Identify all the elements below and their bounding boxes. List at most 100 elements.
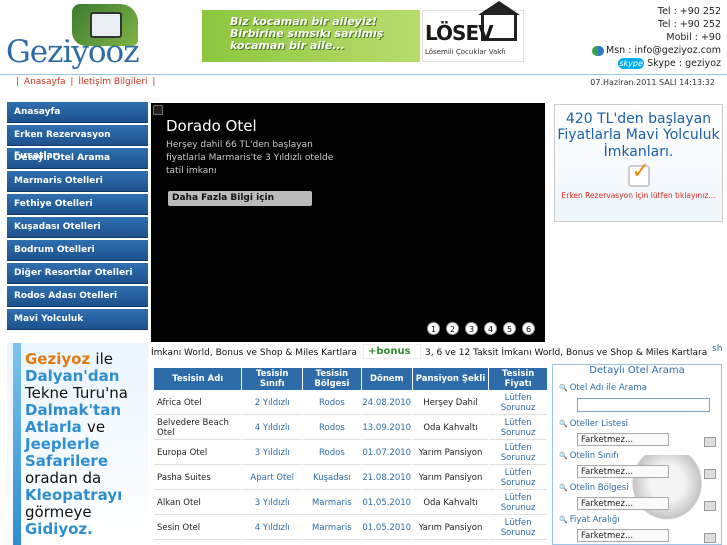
sidebar-item-kusadasi[interactable]: Kuşadası Otelleri [7,217,148,238]
hotel-period: 01.05.2010 [361,491,412,515]
price-range-label: Fiyat Aralığı [559,515,620,525]
campaign-ticker: İmkanı World, Bonus ve Shop & Miles Kart… [151,344,727,362]
hotel-region-select[interactable]: Farketmez... [577,497,716,511]
price-range-select[interactable]: Farketmez... [577,529,716,543]
slide-dot-3[interactable]: 3 [465,322,478,335]
sidebar-item-other-resorts[interactable]: Diğer Resortlar Otelleri [7,263,148,284]
skype-icon: skype [618,58,645,69]
hotel-region: Rodos [303,391,361,415]
losev-banner[interactable]: Biz kocaman bir aileyiz! Birbirine sımsı… [202,1,524,62]
hotel-name[interactable]: Alkan Otel [154,491,242,515]
hotel-board: Oda Kahvaltı [412,491,489,515]
hotel-price: Lütfen Sorunuz [489,416,547,440]
slide-dot-2[interactable]: 2 [446,322,459,335]
hotel-name[interactable]: Sesin Otel [154,516,242,540]
hotel-class-select[interactable]: Farketmez... [577,465,716,479]
hotel-list-label: Oteller Listesi [559,419,628,429]
skype-row: skype Skype : geziyoz [592,57,721,70]
skype-text[interactable]: Skype : geziyoz [647,58,721,69]
hotel-region: Marmaris [303,516,361,540]
slide-dot-1[interactable]: 1 [427,322,440,335]
hotel-name[interactable]: Belvedere Beach Otel [154,416,242,440]
col-header-period: Dönem [361,368,412,390]
hotel-period: 01.05.2010 [361,516,412,540]
hotel-class: 4 Yıldızlı [242,416,303,440]
hotel-class-label: Otelin Sınıfı [559,451,619,461]
datetime: 07.Haziran.2011 SALI 14:13:32 [590,78,715,87]
col-header-price: Tesisin Fiyatı [489,368,547,390]
promo-line-2: Fiyatlarla Mavi Yolculuk [557,127,720,143]
hotel-class: 4 Yıldızlı [242,516,303,540]
hotel-search-panel: Detaylı Otel Arama Otel Adı ile Arama Ot… [552,364,722,545]
hotel-name[interactable]: Pasha Suites [154,466,242,490]
hotel-board: Yarım Pansiyon [412,516,489,540]
hotel-period: 24.08.2010 [361,391,412,415]
sidebar-menu: Anasayfa Erken Rezervasyon Fırsatları De… [7,102,148,332]
msn-icon [592,45,605,56]
hotel-name[interactable]: Africa Otel [154,391,242,415]
table-row[interactable]: Sesin Otel 4 Yıldızlı Marmaris 01.05.201… [154,516,547,540]
losev-logo: LÖSEV Lösemili Çocuklar Vakfı [422,1,524,62]
hotel-region: Kuşadası [303,466,361,490]
search-by-name-label: Otel Adı ile Arama [559,383,647,393]
ticker-text-2: 3, 6 ve 12 Taksit İmkanı World, Bonus ve… [425,348,708,358]
losev-name: LÖSEV [425,21,494,45]
hotel-board: Yarım Pansiyon [412,441,489,465]
msn-row: Msn : info@geziyoz.com [592,44,721,57]
hotel-class: 3 Yıldızlı [242,441,303,465]
sidebar-item-blue-cruise[interactable]: Mavi Yolculuk [7,309,148,330]
promo-line-1: 420 TL'den başlayan [565,111,712,127]
slide-dot-6[interactable]: 6 [522,322,535,335]
ticker-text-1: İmkanı World, Bonus ve Shop & Miles Kart… [151,348,357,358]
losev-subtitle: Lösemili Çocuklar Vakfı [425,48,506,56]
table-row[interactable]: Belvedere Beach Otel 4 Yıldızlı Rodos 13… [154,416,547,440]
top-nav: | Anasayfa | İletişim Bilgileri | 07.Haz… [0,74,727,91]
hotel-price: Lütfen Sorunuz [489,516,547,540]
hotel-price: Lütfen Sorunuz [489,466,547,490]
blue-cruise-promo[interactable]: 420 TL'den başlayan Fiyatlarla Mavi Yolc… [554,104,723,222]
col-header-board: Pansiyon Şekli [412,368,489,390]
sidebar-item-early-booking[interactable]: Erken Rezervasyon Fırsatları [7,125,148,161]
sidebar-item-fethiye[interactable]: Fethiye Otelleri [7,194,148,215]
hotel-name-input[interactable] [577,398,710,412]
sidebar-item-rodos[interactable]: Rodos Adası Otelleri [7,286,148,307]
hotel-class: 3 Yıldızlı [242,491,303,515]
hotel-class: Apart Otel [242,466,303,490]
slide-dot-5[interactable]: 5 [503,322,516,335]
hotel-slider[interactable]: Dorado Otel Herşey dahil 66 TL'den başla… [151,103,545,342]
sidebar-item-home[interactable]: Anasayfa [7,102,148,123]
page: Geziyooz Biz kocaman bir aileyiz! Birbir… [0,0,727,545]
hotel-period: 21.08.2010 [361,466,412,490]
hotel-region: Marmaris [303,491,361,515]
mobile: Mobil : +90 [666,32,721,43]
slide-dot-4[interactable]: 4 [484,322,497,335]
table-row[interactable]: Pasha Suites Apart Otel Kuşadası 21.08.2… [154,466,547,490]
ticker-text-3: sh [712,344,723,354]
phone-1: Tel : +90 252 [657,6,721,17]
hotel-price: Lütfen Sorunuz [489,441,547,465]
hotel-period: 01.07.2010 [361,441,412,465]
sidebar-item-bodrum[interactable]: Bodrum Otelleri [7,240,148,261]
nav-link-home[interactable]: Anasayfa [24,77,66,87]
more-info-button[interactable]: Daha Fazla Bilgi için [168,191,312,206]
msn-text[interactable]: Msn : info@geziyoz.com [606,45,721,56]
logo-text: Geziyooz [6,34,140,70]
table-header-row: Tesisin Adı Tesisin Sınıfı Tesisin Bölge… [154,368,547,390]
hotel-board: Herşey Dahil [412,391,489,415]
sidebar-item-detailed-search[interactable]: Detaylı Otel Arama [7,148,148,169]
hotel-region: Rodos [303,416,361,440]
table-row[interactable]: Alkan Otel 3 Yıldızlı Marmaris 01.05.201… [154,491,547,515]
site-logo[interactable]: Geziyooz [4,2,164,72]
table-row[interactable]: Africa Otel 2 Yıldızlı Rodos 24.08.2010 … [154,391,547,415]
sidebar-item-marmaris[interactable]: Marmaris Otelleri [7,171,148,192]
hotel-name[interactable]: Europa Otel [154,441,242,465]
dalyan-tour-ad[interactable]: Geziyoz ile Dalyan'dan Tekne Turu'na Dal… [7,343,148,545]
hotel-class: 2 Yıldızlı [242,391,303,415]
hotel-region: Rodos [303,441,361,465]
hotel-list-select[interactable]: Farketmez... [577,433,716,447]
search-title: Detaylı Otel Arama [589,365,685,376]
contact-info: Tel : +90 252 Tel : +90 252 Mobil : +90 … [592,5,721,70]
nav-link-contact[interactable]: İletişim Bilgileri [78,77,147,87]
bonus-card-icon: +bonus [363,344,421,359]
table-row[interactable]: Europa Otel 3 Yıldızlı Rodos 01.07.2010 … [154,441,547,465]
